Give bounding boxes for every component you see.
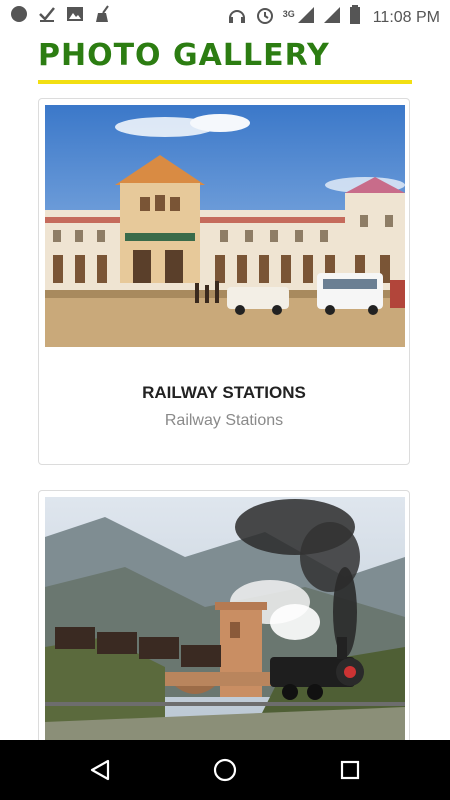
gallery-card[interactable]: RAILWAY STATIONS Railway Stations [38, 98, 410, 465]
recents-icon[interactable] [336, 756, 364, 784]
title-underline [38, 80, 412, 84]
home-icon[interactable] [211, 756, 239, 784]
signal-icon [297, 6, 315, 29]
alarm-icon [255, 6, 275, 29]
navigation-bar [0, 740, 450, 800]
record-icon [10, 5, 28, 28]
clock: 11:08 PM [372, 8, 440, 26]
signal-icon [323, 6, 341, 29]
headphones-icon [227, 6, 247, 29]
network-type: 3G [282, 8, 295, 19]
broom-icon [94, 5, 112, 28]
gallery-card[interactable] [38, 490, 410, 770]
battery-icon [349, 5, 361, 30]
back-icon[interactable] [86, 756, 114, 784]
card-title: RAILWAY STATIONS [142, 383, 306, 402]
status-bar: 3G 11:08 PM [0, 0, 450, 30]
steam-train-photo[interactable] [45, 497, 405, 747]
card-subtitle: Railway Stations [164, 412, 284, 429]
check-icon [38, 5, 56, 28]
page-title: PHOTO GALLERY [38, 38, 330, 73]
image-icon [66, 5, 84, 28]
railway-station-photo[interactable] [45, 105, 405, 347]
